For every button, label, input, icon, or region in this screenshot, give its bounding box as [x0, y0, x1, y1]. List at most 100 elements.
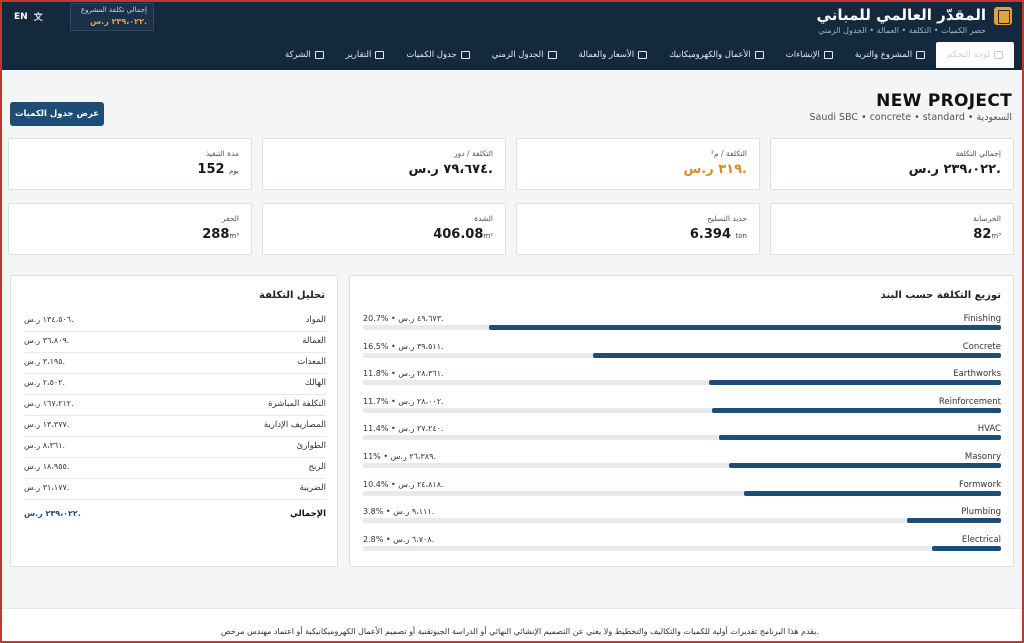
distribution-item-name: Reinforcement — [938, 396, 1001, 407]
tab-prices-labor[interactable]: الأسعار والعمالة — [568, 42, 659, 68]
cost-row: المواد ١٣٤،٥٠٦ ر.س. — [24, 311, 326, 332]
distribution-bar-fill — [743, 490, 1001, 496]
distribution-row: HVAC 11.4% • ٢٧،٢٤٠ ر.س. — [363, 424, 1001, 452]
cost-total-value: ٢٣٩،٠٢٢ ر.س. — [24, 509, 81, 518]
view-boq-button[interactable]: عرض جدول الكميات — [10, 102, 104, 126]
stat-total-cost: إجمالي التكلفة ٢٣٩،٠٢٢ ر.س. — [770, 138, 1014, 190]
distribution-bar-fill — [711, 407, 1001, 413]
tab-reports[interactable]: التقارير — [335, 42, 396, 68]
distribution-row: Earthworks 11.8% • ٢٨،٣٦١ ر.س. — [363, 369, 1001, 397]
footer-disclaimer: يقدم هذا البرنامج تقديرات أولية للكميات … — [221, 627, 819, 636]
footer: يقدم هذا البرنامج تقديرات أولية للكميات … — [0, 608, 1024, 643]
stat-excavation: الحفر 288m³ — [8, 203, 252, 255]
stat-value: ٧٩،٦٧٤ ر.س. — [408, 162, 493, 177]
report-icon — [375, 51, 385, 59]
tab-schedule[interactable]: الجدول الزمني — [481, 42, 568, 68]
cost-value: ٣،١٩٥ ر.س. — [24, 357, 66, 366]
app-header: المقدّر العالمي للمباني حصر الكميات • ال… — [0, 0, 1024, 70]
distribution-bar-track — [363, 407, 1001, 413]
stat-cost-per-m2: التكلفة / م² ٣١٩ ر.س. — [516, 138, 760, 190]
distribution-bar-track — [363, 490, 1001, 496]
language-toggle[interactable]: EN 文 — [14, 10, 43, 24]
distribution-bar-track — [363, 545, 1001, 551]
cost-label: الربح — [308, 462, 327, 472]
distribution-item-name: Plumbing — [961, 507, 1001, 518]
tab-boq[interactable]: جدول الكميات — [395, 42, 480, 68]
tab-label: جدول الكميات — [406, 50, 457, 60]
distribution-row: Finishing 20.7% • ٤٩،٦٧٣ ر.س. — [363, 314, 1001, 342]
cost-row: الطوارئ ٨،٣٦١ ر.س. — [24, 437, 326, 458]
distribution-bar-track — [363, 325, 1001, 330]
distribution-item-value: 10.4% • ٢٤،٨١٨ ر.س. — [363, 479, 444, 489]
stat-label: التكلفة / م² — [710, 149, 747, 158]
price-icon — [638, 51, 648, 59]
project-total-value: ٢٣٩،٠٢٢ ر.س. — [90, 17, 147, 26]
tab-company[interactable]: الشركة — [274, 42, 335, 68]
tab-structure[interactable]: الإنشاءات — [775, 42, 844, 68]
project-subtitle: Saudi SBC • concrete • standard • السعود… — [809, 112, 1012, 123]
cost-value: ٣٦،٨٠٩ ر.س. — [24, 336, 70, 345]
stat-label: الخرسانة — [972, 214, 1001, 223]
cost-distribution-panel: توزيع التكلفة حسب البند Finishing 20.7% •… — [349, 275, 1014, 567]
cost-label: المصاريف الإدارية — [263, 420, 326, 430]
calendar-icon — [547, 51, 557, 59]
translate-icon: 文 — [33, 13, 43, 23]
building-icon — [916, 51, 926, 59]
distribution-bar-fill — [729, 463, 1001, 468]
tab-works-mep[interactable]: الأعمال والكهروميكانيك — [658, 42, 775, 68]
cost-row: العمالة ٣٦،٨٠٩ ر.س. — [24, 332, 326, 353]
cost-label: التكلفة المباشرة — [268, 399, 326, 409]
app-title: المقدّر العالمي للمباني — [816, 6, 986, 24]
cost-label: الهالك — [304, 378, 326, 388]
stat-cost-per-floor: التكلفة / دور ٧٩،٦٧٤ ر.س. — [262, 138, 506, 190]
distribution-item-name: Finishing — [963, 314, 1001, 324]
stat-formwork: الشدة 406.08m² — [262, 203, 506, 255]
distribution-row: Concrete 16.5% • ٣٩،٥١١ ر.س. — [363, 342, 1001, 370]
distribution-item-value: 2.8% • ٦،٧٠٨ ر.س. — [363, 534, 435, 544]
distribution-bar-fill — [489, 325, 1001, 330]
stat-value: 288m³ — [202, 227, 239, 242]
calculator-icon — [994, 7, 1012, 25]
distribution-item-value: 3.8% • ٩،١١١ ر.س. — [363, 507, 435, 517]
tab-label: لوحة التحكم — [947, 50, 990, 60]
stat-label: الحفر — [221, 214, 239, 223]
cost-value: ١٨،٩٥٥ ر.س. — [24, 462, 70, 471]
project-total-label: إجمالي تكلفة المشروع — [80, 6, 147, 14]
distribution-item-value: 11% • ٢٦،٣٨٩ ر.س. — [363, 452, 436, 461]
cost-label: العمالة — [302, 336, 326, 346]
stat-value: 406.08m² — [433, 227, 493, 242]
stat-cards: إجمالي التكلفة ٢٣٩،٠٢٢ ر.س. التكلفة / م²… — [8, 138, 1014, 255]
cost-value: ٨،٣٦١ ر.س. — [24, 441, 66, 450]
distribution-item-name: Earthworks — [953, 369, 1001, 380]
distribution-row: Formwork 10.4% • ٢٤،٨١٨ ر.س. — [363, 480, 1001, 508]
stat-duration: مدة التنفيذ 152 يوم — [8, 138, 252, 190]
distribution-item-name: Masonry — [964, 452, 1001, 462]
stat-rebar: حديد التسليح 6.394 ton — [516, 203, 760, 255]
cost-row: الربح ١٨،٩٥٥ ر.س. — [24, 458, 326, 479]
stat-value: ٢٣٩،٠٢٢ ر.س. — [908, 162, 1001, 177]
distribution-item-value: 16.5% • ٣٩،٥١١ ر.س. — [363, 341, 444, 351]
tab-label: الجدول الزمني — [491, 50, 544, 60]
stat-label: الشدة — [474, 214, 493, 223]
app-subtitle: حصر الكميات • التكلفة • العمالة • الجدول… — [818, 26, 986, 35]
stat-value: 6.394 ton — [689, 227, 747, 242]
distribution-title: توزيع التكلفة حسب البند — [880, 290, 1001, 301]
cost-analysis-title: تحليل التكلفة — [259, 290, 325, 301]
distribution-item-name: Electrical — [961, 534, 1001, 545]
distribution-bar-track — [363, 435, 1001, 441]
cost-value: ١٣٤،٥٠٦ ر.س. — [24, 315, 74, 324]
distribution-item-value: 11.7% • ٢٨،٠٠٢ ر.س. — [363, 396, 444, 406]
stat-label: مدة التنفيذ — [205, 149, 239, 158]
distribution-bar-track — [363, 518, 1001, 524]
cost-label: الطوارئ — [296, 441, 326, 451]
tab-dashboard[interactable]: لوحة التحكم — [936, 42, 1014, 68]
distribution-bar-track — [363, 463, 1001, 468]
tab-project-soil[interactable]: المشروع والتربة — [844, 42, 936, 68]
cost-row: الهالك ٢،٥٠٢ ر.س. — [24, 374, 326, 395]
stat-label: حديد التسليح — [707, 214, 747, 223]
cost-analysis-panel: تحليل التكلفة المواد ١٣٤،٥٠٦ ر.س. العمالة ٣… — [10, 275, 338, 567]
distribution-row: Masonry 11% • ٢٦،٣٨٩ ر.س. — [363, 452, 1001, 480]
distribution-bar-fill — [931, 545, 1001, 551]
cost-row: التكلفة المباشرة ١٦٧،٢١٢ ر.س. — [24, 395, 326, 416]
distribution-bar-fill — [719, 435, 1001, 441]
